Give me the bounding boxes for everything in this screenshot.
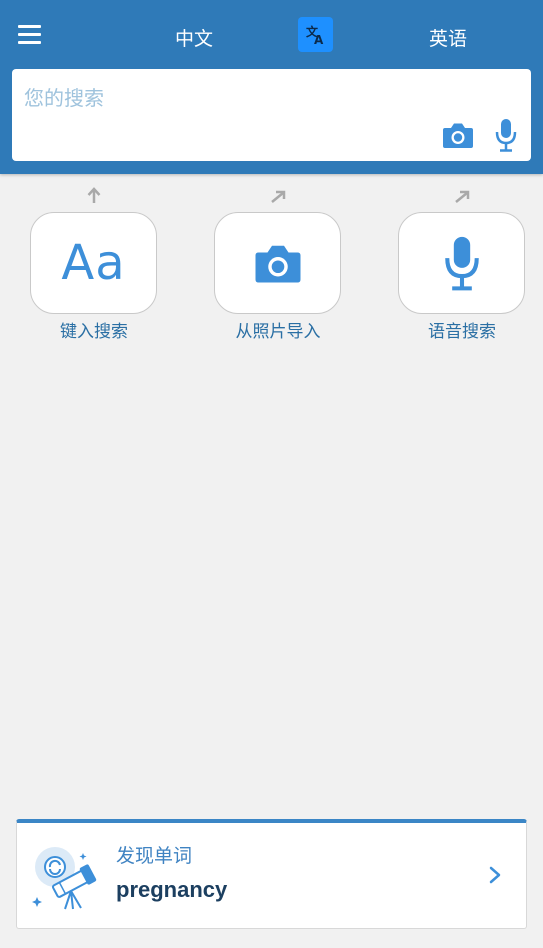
type-search-label: 键入搜索 — [60, 322, 128, 342]
microphone-icon[interactable] — [495, 118, 517, 152]
swap-languages-button[interactable]: 文 A — [298, 17, 333, 52]
photo-import-label: 从照片导入 — [235, 322, 321, 342]
discover-word: pregnancy — [116, 877, 228, 902]
voice-search-label: 语音搜索 — [428, 322, 496, 342]
arrow-up-right-icon — [455, 190, 470, 203]
menu-icon[interactable] — [18, 24, 42, 44]
target-language-selector[interactable]: 英语 — [429, 24, 467, 51]
photo-import-button[interactable] — [214, 212, 341, 314]
discover-word-card[interactable]: 发现单词 pregnancy — [16, 819, 527, 929]
top-bar: 中文 文 A 英语 — [0, 0, 543, 174]
svg-text:A: A — [314, 33, 324, 46]
translate-icon: 文 A — [306, 24, 324, 46]
text-aa-icon: Aa — [61, 235, 126, 291]
voice-search-button[interactable] — [398, 212, 525, 314]
camera-icon[interactable] — [442, 121, 474, 149]
camera-icon — [255, 245, 300, 283]
arrow-up-icon — [87, 187, 101, 203]
search-box — [12, 69, 531, 161]
type-search-button[interactable]: Aa — [30, 212, 157, 314]
source-language-selector[interactable]: 中文 — [175, 24, 213, 51]
search-input[interactable] — [24, 83, 424, 113]
telescope-icon — [32, 847, 97, 910]
chevron-right-icon[interactable] — [487, 863, 503, 887]
arrow-up-right-icon — [271, 190, 286, 203]
discover-title: 发现单词 — [116, 845, 193, 867]
microphone-icon — [444, 236, 479, 291]
